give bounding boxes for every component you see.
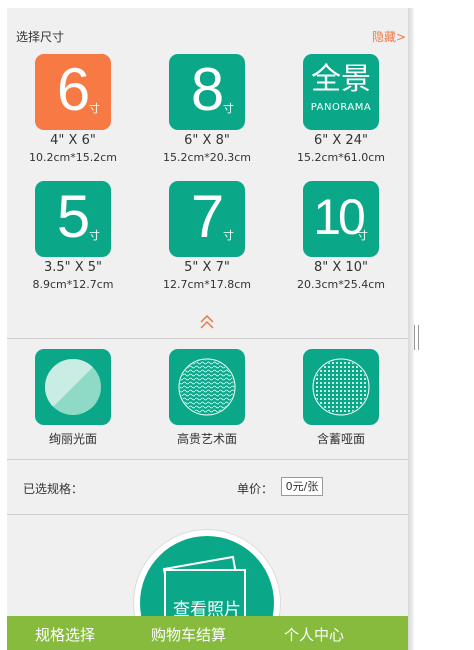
- size-cm: 15.2cm*20.3cm: [162, 151, 251, 164]
- size-inches: 4" X 6": [50, 133, 96, 148]
- section-title: 选择尺寸: [16, 30, 65, 44]
- size-tile[interactable]: 10 寸: [303, 181, 379, 257]
- size-option-5[interactable]: 5 寸 3.5" X 5" 8.9cm*12.7cm: [8, 181, 138, 292]
- glossy-icon: [45, 359, 101, 415]
- size-option-panorama[interactable]: 全景 PANORAMA 6" X 24" 15.2cm*61.0cm: [276, 54, 406, 165]
- size-option-10[interactable]: 10 寸 8" X 10" 20.3cm*25.4cm: [276, 181, 406, 292]
- size-tile[interactable]: 6 寸: [35, 54, 111, 130]
- nav-personal-center[interactable]: 个人中心: [284, 624, 344, 645]
- finish-label: 绚丽光面: [48, 432, 97, 446]
- size-option-8[interactable]: 8 寸 6" X 8" 15.2cm*20.3cm: [142, 54, 272, 165]
- matte-dots-icon: [312, 358, 370, 416]
- nav-spec-select[interactable]: 规格选择: [35, 624, 95, 645]
- size-cm: 15.2cm*61.0cm: [296, 151, 385, 164]
- size-unit: 寸: [223, 229, 234, 242]
- panorama-subtitle: PANORAMA: [310, 102, 372, 113]
- size-cm: 10.2cm*15.2cm: [28, 151, 117, 164]
- size-number: 8: [190, 56, 224, 123]
- unit-price-label: 单价：: [237, 482, 274, 496]
- finish-label: 含蓄哑面: [316, 432, 365, 446]
- size-number: 10: [313, 189, 366, 245]
- finish-label: 高贵艺术面: [176, 432, 237, 446]
- size-tile[interactable]: 8 寸: [169, 54, 245, 130]
- finish-option-art[interactable]: 高贵艺术面: [142, 349, 272, 447]
- size-inches: 3.5" X 5": [43, 260, 103, 275]
- size-inches: 8" X 10": [314, 260, 368, 275]
- size-selection-panel: 选择尺寸 隐藏> 6 寸 4" X 6" 10.2cm*15.2cm 8 寸 6…: [7, 8, 408, 650]
- size-inches: 6" X 24": [314, 133, 368, 148]
- finish-tile[interactable]: [35, 349, 111, 425]
- finish-tile[interactable]: [169, 349, 245, 425]
- nav-cart-checkout[interactable]: 购物车结算: [151, 624, 226, 645]
- size-unit: 寸: [89, 229, 100, 242]
- size-tile[interactable]: 全景 PANORAMA: [303, 54, 379, 130]
- divider: [7, 459, 408, 460]
- size-cm: 20.3cm*25.4cm: [296, 278, 385, 291]
- finish-option-matte[interactable]: 含蓄哑面: [276, 349, 406, 447]
- unit-price-value: 0元/张: [281, 477, 323, 496]
- resize-handle[interactable]: [414, 325, 419, 350]
- finish-tile[interactable]: [303, 349, 379, 425]
- divider: [7, 338, 408, 339]
- chevron-up-icon[interactable]: [199, 314, 215, 333]
- size-inches: 5" X 7": [184, 260, 230, 275]
- bottom-nav: 规格选择 购物车结算 个人中心: [7, 616, 408, 650]
- size-option-6[interactable]: 6 寸 4" X 6" 10.2cm*15.2cm: [8, 54, 138, 165]
- size-unit: 寸: [223, 102, 234, 115]
- size-tile[interactable]: 5 寸: [35, 181, 111, 257]
- size-number: 6: [56, 56, 90, 123]
- finish-option-glossy[interactable]: 绚丽光面: [8, 349, 138, 447]
- art-texture-icon: [178, 358, 236, 416]
- selected-spec-label: 已选规格：: [23, 482, 84, 496]
- size-number: 5: [56, 183, 90, 250]
- size-cm: 12.7cm*17.8cm: [162, 278, 251, 291]
- size-cm: 8.9cm*12.7cm: [32, 278, 114, 291]
- size-option-7[interactable]: 7 寸 5" X 7" 12.7cm*17.8cm: [142, 181, 272, 292]
- size-unit: 寸: [89, 102, 100, 115]
- size-tile[interactable]: 7 寸: [169, 181, 245, 257]
- panorama-title: 全景: [311, 62, 371, 97]
- divider: [7, 514, 408, 515]
- hide-link[interactable]: 隐藏>: [372, 28, 406, 45]
- size-unit: 寸: [357, 229, 368, 242]
- size-inches: 6" X 8": [184, 133, 230, 148]
- size-number: 7: [190, 183, 224, 250]
